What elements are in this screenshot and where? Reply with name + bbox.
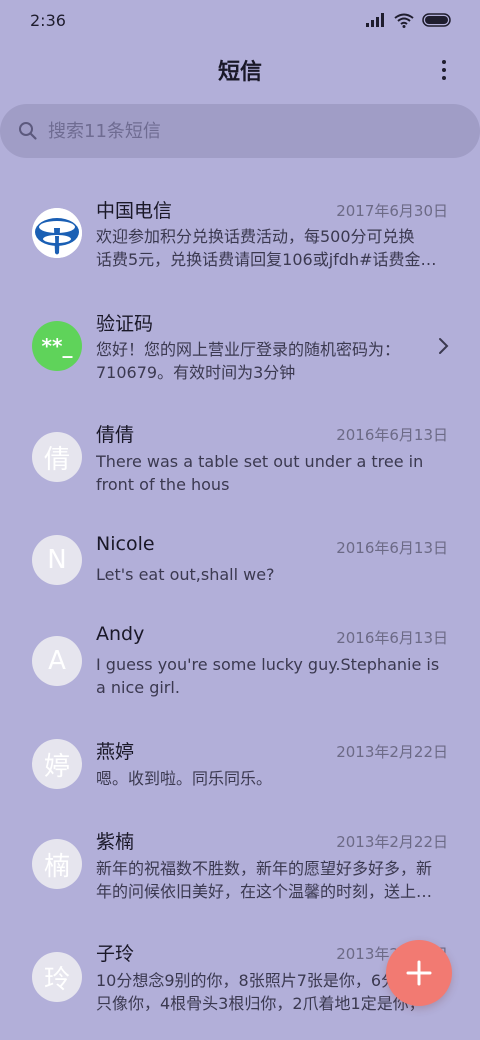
list-item[interactable]: A Andy 2016年6月13日 I guess you're some lu… <box>0 612 480 712</box>
list-item[interactable]: **_ 验证码 您好！您的网上营业厅登录的随机密码为： 710679。有效时间为… <box>0 295 480 395</box>
preview-line: 话费5元，兑换话费请回复106或jfdh#话费金… <box>96 250 437 269</box>
message-preview: 新年的祝福数不胜数，新年的愿望好多好多，新 年的问候依旧美好，在这个温馨的时刻，… <box>96 857 452 903</box>
message-preview: 您好！您的网上营业厅登录的随机密码为： 710679。有效时间为3分钟 <box>96 338 436 384</box>
status-time: 2:36 <box>30 10 66 30</box>
contact-name: Andy <box>96 623 145 645</box>
list-item[interactable]: 楠 紫楠 2013年2月22日 新年的祝福数不胜数，新年的愿望好多好多，新 年的… <box>0 815 480 915</box>
preview-line: front of the hous <box>96 475 230 494</box>
message-preview: 10分想念9别的你，8张照片7张是你，6分 只像你，4根骨头3根归你，2爪着地1… <box>96 969 426 1015</box>
contact-name: 子玲 <box>96 943 135 965</box>
signal-icon <box>366 13 384 27</box>
title-bar: 短信 <box>0 46 480 94</box>
status-bar: 2:36 <box>0 0 480 40</box>
avatar: 玲 <box>32 952 82 1002</box>
plus-icon <box>406 960 432 986</box>
preview-line: 嗯。收到啦。同乐同乐。 <box>96 769 273 788</box>
message-date: 2013年2月22日 <box>336 833 448 851</box>
message-preview: I guess you're some lucky guy.Stephanie … <box>96 653 450 699</box>
preview-line: 您好！您的网上营业厅登录的随机密码为： <box>96 340 401 359</box>
list-item[interactable]: 中国电信 2017年6月30日 欢迎参加积分兑换话费活动，每500分可兑换 话费… <box>0 182 480 282</box>
preview-line: a nice girl. <box>96 678 180 697</box>
search-bar[interactable] <box>0 104 480 158</box>
page-title: 短信 <box>217 60 262 85</box>
message-date: 2017年6月30日 <box>336 202 448 220</box>
battery-icon <box>422 13 451 27</box>
contact-name: 倩倩 <box>96 424 135 446</box>
message-date: 2013年2月22日 <box>336 743 448 761</box>
avatar: 楠 <box>32 839 82 889</box>
status-icons <box>366 13 452 28</box>
preview-line: 只像你，4根骨头3根归你，2爪着地1定是你， <box>96 994 425 1013</box>
search-icon <box>19 122 37 140</box>
preview-line: 10分想念9别的你，8张照片7张是你，6分 <box>96 971 398 990</box>
contact-name: Nicole <box>96 533 155 555</box>
avatar: 婷 <box>32 739 82 789</box>
preview-line: 欢迎参加积分兑换话费活动，每500分可兑换 <box>96 227 415 246</box>
more-vertical-icon[interactable] <box>434 54 454 86</box>
new-message-button[interactable] <box>386 940 452 1006</box>
message-date: 2016年6月13日 <box>336 629 448 647</box>
preview-line: Let's eat out,shall we? <box>96 565 275 584</box>
contact-name: 中国电信 <box>96 200 173 222</box>
list-item[interactable]: N Nicole 2016年6月13日 Let's eat out,shall … <box>0 521 480 621</box>
preview-line: 710679。有效时间为3分钟 <box>96 363 296 382</box>
preview-line: 新年的祝福数不胜数，新年的愿望好多好多，新 <box>96 859 433 878</box>
avatar: N <box>32 535 82 585</box>
avatar: A <box>32 636 82 686</box>
preview-line: 年的问候依旧美好，在这个温馨的时刻，送上… <box>96 882 433 901</box>
preview-line: There was a table set out under a tree i… <box>96 452 424 471</box>
chevron-right-icon[interactable] <box>438 337 450 355</box>
list-item[interactable]: 婷 燕婷 2013年2月22日 嗯。收到啦。同乐同乐。 <box>0 725 480 825</box>
message-date: 2016年6月13日 <box>336 426 448 444</box>
china-telecom-logo-icon <box>32 208 82 258</box>
contact-name: 燕婷 <box>96 741 135 763</box>
avatar: **_ <box>32 321 82 371</box>
avatar: 倩 <box>32 432 82 482</box>
preview-line: I guess you're some lucky guy.Stephanie … <box>96 655 440 674</box>
contact-name: 验证码 <box>96 313 154 335</box>
message-preview: 嗯。收到啦。同乐同乐。 <box>96 767 450 790</box>
wifi-icon <box>394 13 414 28</box>
message-date: 2016年6月13日 <box>336 539 448 557</box>
search-input[interactable] <box>48 120 428 142</box>
message-preview: There was a table set out under a tree i… <box>96 450 450 496</box>
message-preview: Let's eat out,shall we? <box>96 563 450 586</box>
list-item[interactable]: 倩 倩倩 2016年6月13日 There was a table set ou… <box>0 408 480 508</box>
message-preview: 欢迎参加积分兑换话费活动，每500分可兑换 话费5元，兑换话费请回复106或jf… <box>96 225 450 271</box>
contact-name: 紫楠 <box>96 831 135 853</box>
